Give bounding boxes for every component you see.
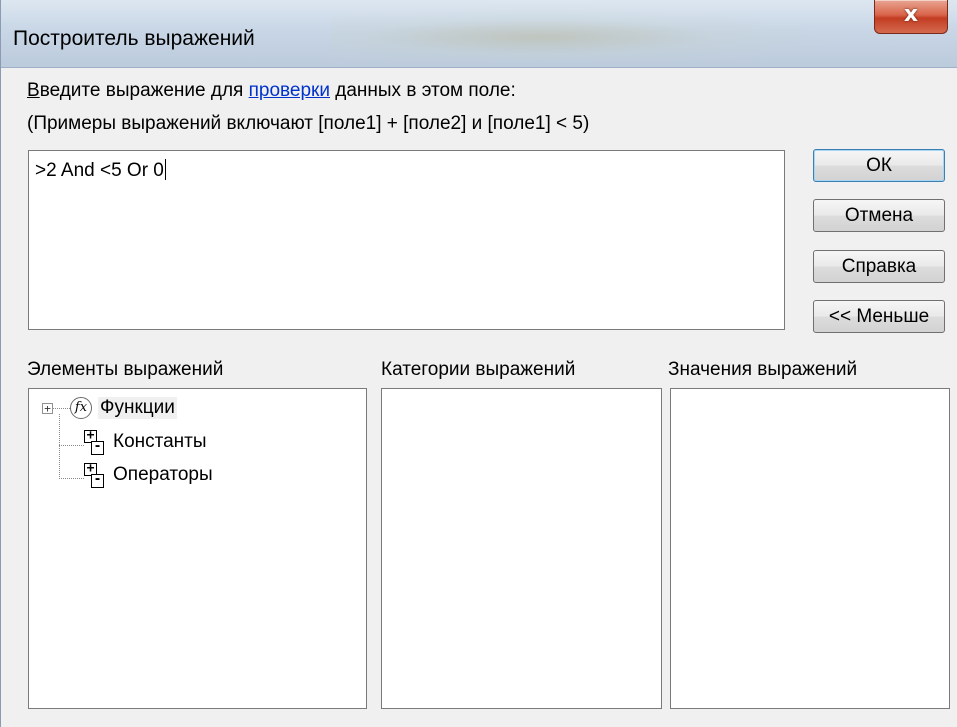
expression-elements-list[interactable]: + fx Функции + - Константы + - Операторы — [28, 388, 367, 709]
expression-text: >2 And <5 Or 0 — [35, 160, 164, 181]
title-bar-glow — [331, 6, 851, 62]
expand-icon[interactable]: + — [42, 403, 53, 414]
tree-item-label: Константы — [113, 431, 207, 452]
ok-button[interactable]: ОК — [813, 149, 945, 182]
less-button[interactable]: << Меньше — [813, 300, 945, 333]
tree-connector — [59, 445, 84, 446]
expression-elements-label: Элементы выражений — [27, 359, 224, 380]
expression-builder-dialog: Построитель выражений x Введите выражени… — [0, 0, 957, 727]
plus-minus-icon: + - — [84, 429, 104, 456]
title-bar[interactable]: Построитель выражений x — [1, 0, 957, 68]
close-button[interactable]: x — [874, 0, 948, 34]
expression-values-list[interactable] — [670, 388, 950, 709]
instruction-text-a: ведите выражение для — [39, 80, 249, 101]
help-button[interactable]: Справка — [813, 250, 945, 283]
tree-connector — [59, 478, 84, 479]
instruction-access-key: В — [27, 80, 40, 101]
plus-minus-icon: + - — [84, 462, 104, 489]
tree-connector — [53, 408, 70, 409]
cancel-button[interactable]: Отмена — [813, 199, 945, 232]
tree-connector — [59, 414, 60, 479]
expression-values-label: Значения выражений — [668, 359, 858, 380]
expression-categories-list[interactable] — [381, 388, 662, 709]
close-icon: x — [903, 2, 919, 27]
expression-input[interactable]: >2 And <5 Or 0 — [28, 150, 785, 330]
instruction-line-2: (Примеры выражений включают [поле1] + [п… — [27, 113, 590, 134]
text-caret — [164, 159, 166, 180]
function-icon: fx — [70, 397, 92, 419]
instruction-text-b: данных в этом поле: — [329, 80, 516, 101]
tree-item-label: Функции — [98, 397, 177, 419]
tree-item-label: Операторы — [113, 464, 213, 485]
instruction-line-1: Введите выражение для проверки данных в … — [27, 80, 516, 102]
validation-help-link[interactable]: проверки — [249, 80, 330, 101]
window-title: Построитель выражений — [13, 27, 255, 50]
expression-categories-label: Категории выражений — [381, 359, 576, 380]
